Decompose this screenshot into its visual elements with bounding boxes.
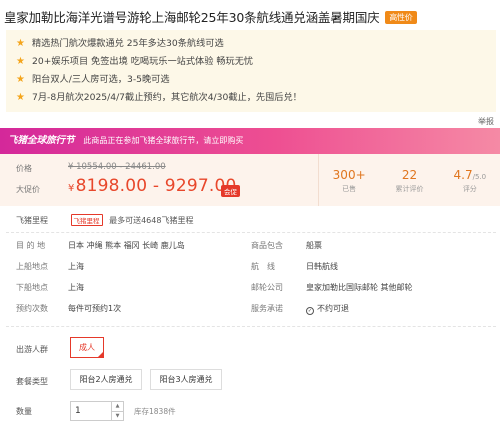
route-value: 日韩航线 — [306, 262, 338, 271]
stat-sold: 300+ 已售 — [332, 168, 366, 193]
info-grid: 目 的 地 日本 冲绳 熊本 福冈 长崎 鹿儿岛 商品包含 船票 上船地点 上海… — [16, 240, 486, 324]
current-price-label: 大促价 — [16, 185, 40, 194]
highlight-item: ★ 20+娱乐项目 免签出境 吃喝玩乐一站式体验 畅玩无忧 — [16, 54, 496, 72]
room-option-2p[interactable]: 阳台2人房通兑 — [70, 369, 142, 390]
star-icon: ★ — [16, 92, 25, 103]
increment-icon[interactable]: ▲ — [112, 402, 123, 411]
quantity-input[interactable]: 1 — [70, 401, 112, 421]
info-row: 目 的 地 日本 冲绳 熊本 福冈 长崎 鹿儿岛 商品包含 船票 — [16, 241, 322, 250]
product-title: 皇家加勒比海洋光谱号游轮上海邮轮25年30条航线通兑涵盖暑期国庆 高性价 — [4, 7, 496, 26]
highlight-item: ★ 阳台双人/三人房可选，3-5晚可选 — [16, 72, 496, 90]
star-icon: ★ — [16, 74, 25, 85]
travelers-option-adult[interactable]: 成人 — [70, 337, 104, 358]
alight-value: 上海 — [68, 283, 84, 292]
room-option-3p[interactable]: 阳台3人房通兑 — [150, 369, 222, 390]
mileage-text: 最多可送4648飞猪里程 — [109, 216, 194, 225]
divider — [6, 232, 496, 233]
original-price: ¥ 10554.00 - 24461.00 — [68, 162, 166, 172]
report-link[interactable]: 举报 — [478, 116, 494, 127]
check-circle-icon: ✓ — [306, 307, 314, 315]
quantity-spinner[interactable]: ▲ ▼ — [112, 401, 124, 421]
stat-reviews[interactable]: 22 累计评价 — [379, 154, 439, 206]
currency-symbol: ¥ — [68, 183, 75, 194]
highlight-item: ★ 精选热门航次爆款通兑 25年多达30条航线可选 — [16, 36, 496, 54]
mileage-badge: 飞猪里程 — [70, 214, 103, 226]
mileage-label: 飞猪里程 — [16, 216, 48, 225]
star-icon: ★ — [16, 56, 25, 67]
promo-text: 此商品正在参加飞猪全球旅行节，请立即购买 — [83, 136, 244, 145]
promo-price-badge: 会促 — [221, 185, 240, 197]
price-box: 价格 ¥ 10554.00 - 24461.00 大促价 ¥8198.00 - … — [0, 154, 500, 206]
travelers-label: 出游人群 — [16, 345, 48, 354]
star-icon: ★ — [16, 38, 25, 49]
includes-value: 船票 — [306, 241, 322, 250]
info-row: 上船地点 上海 航 线 日韩航线 — [16, 262, 338, 271]
quantity-label: 数量 — [16, 407, 32, 416]
info-row: 预约次数 每件可预约1次 服务承诺 ✓ 不约可退 — [16, 304, 349, 315]
product-title-text: 皇家加勒比海洋光谱号游轮上海邮轮25年30条航线通兑涵盖暑期国庆 — [4, 10, 380, 25]
quantity-stepper[interactable]: 1 ▲ ▼ — [70, 401, 124, 421]
booking-value: 每件可预约1次 — [68, 304, 122, 313]
highlights-box: ★ 精选热门航次爆款通兑 25年多达30条航线可选 ★ 20+娱乐项目 免签出境 吃… — [6, 30, 496, 112]
company-value: 皇家加勒比国际邮轮 其他邮轮 — [306, 283, 413, 292]
promo-banner[interactable]: 飞猪全球旅行节 此商品正在参加飞猪全球旅行节，请立即购买 — [0, 128, 500, 154]
current-price: ¥8198.00 - 9297.00 — [68, 176, 237, 196]
highlight-item: ★ 7月-8月航次2025/4/7截止预约，其它航次4/30截止，先囤后兑！ — [16, 90, 496, 108]
decrement-icon[interactable]: ▼ — [112, 411, 123, 421]
divider — [6, 326, 496, 327]
service-value: ✓ 不约可退 — [306, 304, 349, 315]
original-price-label: 价格 — [16, 164, 32, 173]
promo-brand: 飞猪全球旅行节 — [8, 135, 75, 146]
destination-value: 日本 冲绳 熊本 福冈 长崎 鹿儿岛 — [68, 241, 185, 250]
mileage-row: 飞猪里程 飞猪里程 最多可送4648飞猪里程 — [16, 214, 193, 226]
sales-stats: 300+ 已售 22 累计评价 4.7/5.0 评分 — [318, 154, 500, 206]
board-value: 上海 — [68, 262, 84, 271]
stock-count: 库存1838件 — [134, 407, 176, 416]
room-type-label: 套餐类型 — [16, 377, 48, 386]
value-tag: 高性价 — [385, 11, 417, 24]
info-row: 下船地点 上海 邮轮公司 皇家加勒比国际邮轮 其他邮轮 — [16, 283, 413, 292]
current-price-value: 8198.00 - 9297.00 — [75, 176, 237, 196]
stat-score: 4.7/5.0 评分 — [453, 168, 487, 193]
